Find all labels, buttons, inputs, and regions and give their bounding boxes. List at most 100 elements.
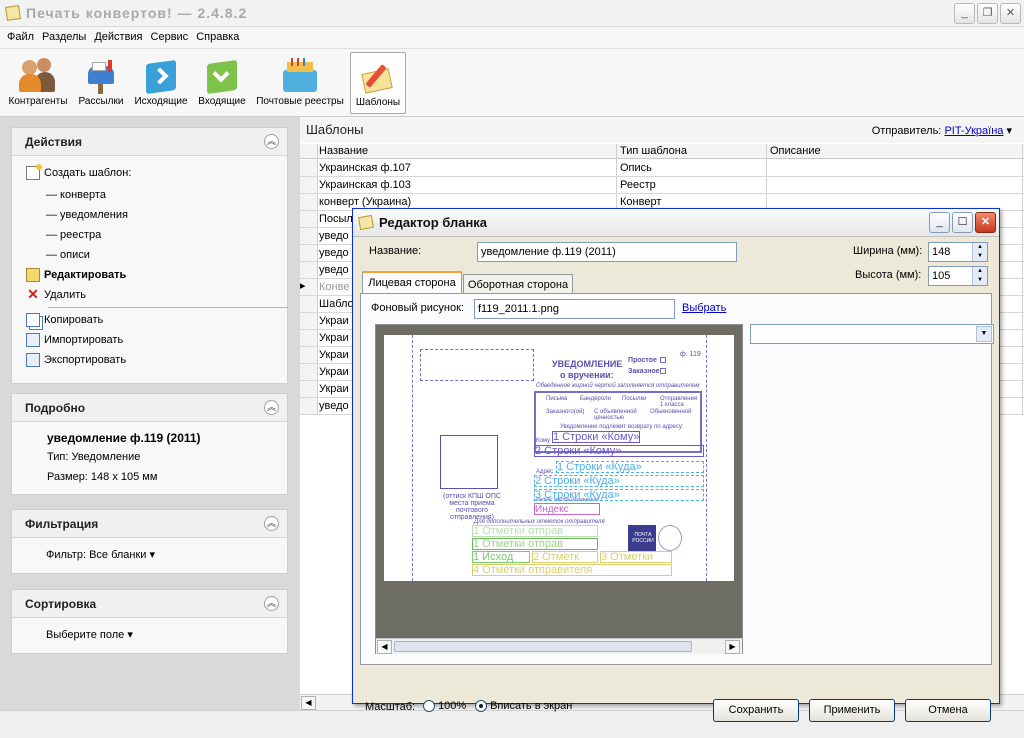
increment-icon[interactable]: ▲	[972, 267, 987, 276]
row-indicator[interactable]	[300, 296, 317, 313]
row-indicator[interactable]	[300, 211, 317, 228]
collapse-sort-icon[interactable]: ︽	[264, 596, 279, 611]
radio-selected-icon[interactable]	[475, 700, 487, 713]
toolbar-incoming-button[interactable]: Входящие	[194, 52, 250, 114]
name-input[interactable]	[477, 242, 737, 262]
row-indicator[interactable]: ▸	[300, 279, 317, 296]
chevron-down-icon[interactable]: ▼	[976, 326, 992, 342]
details-header[interactable]: Подробно ︽	[12, 394, 287, 422]
create-envelope-link[interactable]: — конверта	[46, 189, 106, 201]
close-button[interactable]: ✕	[1000, 3, 1021, 24]
collapse-actions-icon[interactable]: ︽	[264, 134, 279, 149]
col-name-header[interactable]: Название	[319, 145, 368, 157]
create-inventory-link[interactable]: — описи	[46, 249, 90, 261]
preview-horizontal-scrollbar[interactable]: ◀ ▶	[376, 638, 742, 654]
row-indicator[interactable]	[300, 330, 317, 347]
table-row[interactable]: Украинская ф.103 Реестр	[317, 177, 1024, 194]
scale-fit-radio[interactable]: Вписать в экран	[475, 700, 572, 713]
collapse-details-icon[interactable]: ︽	[264, 400, 279, 415]
row-indicator[interactable]	[300, 228, 317, 245]
radio-icon[interactable]	[423, 700, 435, 713]
collapse-filter-icon[interactable]: ︽	[264, 516, 279, 531]
edit-item[interactable]: Редактировать	[26, 268, 126, 282]
save-button[interactable]: Сохранить	[713, 699, 799, 722]
toolbar-contacts-button[interactable]: Контрагенты	[4, 52, 72, 114]
menu-help[interactable]: Справка	[192, 27, 243, 48]
table-row[interactable]: Украинская ф.107 Опись	[317, 160, 1024, 177]
create-template-item[interactable]: Создать шаблон:	[26, 164, 131, 180]
mailbox-icon	[82, 56, 120, 94]
row-indicator[interactable]	[300, 160, 317, 177]
tab-back-side[interactable]: Оборотная сторона	[463, 274, 573, 295]
dialog-close-button[interactable]: ✕	[975, 212, 996, 233]
row-indicator[interactable]	[300, 177, 317, 194]
field-where-3[interactable]: 3 Строки «Куда»	[534, 489, 704, 501]
dialog-minimize-button[interactable]: _	[929, 212, 950, 233]
field-marks-1b[interactable]: 1 Отметки отправ	[472, 538, 598, 550]
filter-header[interactable]: Фильтрация ︽	[12, 510, 287, 538]
sort-header[interactable]: Сортировка ︽	[12, 590, 287, 618]
row-indicator[interactable]	[300, 194, 317, 211]
scale-100-radio[interactable]: 100%	[423, 700, 466, 713]
create-notification-link[interactable]: — уведомления	[46, 209, 128, 221]
toolbar-mailings-button[interactable]: Рассылки	[74, 52, 128, 114]
delete-item[interactable]: ✕ Удалить	[26, 287, 86, 302]
dialog-titlebar[interactable]: Редактор бланка _ ☐ ✕	[353, 209, 999, 237]
minimize-button[interactable]: _	[954, 3, 975, 24]
actions-header[interactable]: Действия ︽	[12, 128, 287, 156]
form-preview[interactable]: (оттиск КПШ ОПС места приема почтового о…	[375, 324, 743, 654]
menu-sections[interactable]: Разделы	[38, 27, 90, 48]
field-to-2[interactable]: 2 Строки «Кому»	[534, 445, 704, 457]
sender-link[interactable]: PIT-Україна	[944, 125, 1003, 137]
field-index[interactable]: Индекс	[534, 503, 600, 515]
field-where-2[interactable]: 2 Строки «Куда»	[534, 475, 704, 487]
tab-front-side[interactable]: Лицевая сторона	[362, 271, 462, 294]
row-indicator[interactable]	[300, 364, 317, 381]
field-outgoing[interactable]: 1 Исход	[472, 551, 530, 563]
import-item[interactable]: Импортировать	[26, 333, 123, 347]
row-indicator[interactable]	[300, 245, 317, 262]
decrement-icon[interactable]: ▼	[972, 252, 987, 261]
create-register-link[interactable]: — реестра	[46, 229, 101, 241]
apply-button[interactable]: Применить	[809, 699, 895, 722]
scroll-left-icon[interactable]: ◀	[377, 640, 392, 654]
field-where-1[interactable]: 1 Строки «Куда»	[556, 461, 704, 473]
field-marks-3[interactable]: 3 Отметки	[600, 551, 672, 563]
menu-file[interactable]: Файл	[3, 27, 38, 48]
menu-service[interactable]: Сервис	[147, 27, 193, 48]
copy-item[interactable]: Копировать	[26, 313, 103, 327]
menu-actions[interactable]: Действия	[90, 27, 146, 48]
row-indicator[interactable]	[300, 347, 317, 364]
field-marks-2[interactable]: 2 Отметк	[532, 551, 598, 563]
maximize-button[interactable]: ❐	[977, 3, 998, 24]
row-indicator[interactable]	[300, 313, 317, 330]
dialog-maximize-button[interactable]: ☐	[952, 212, 973, 233]
scroll-right-icon[interactable]: ▶	[725, 640, 740, 654]
background-input[interactable]	[474, 299, 675, 319]
field-marks-4[interactable]: 4 Отметки отправителя	[472, 564, 672, 576]
col-description-header[interactable]: Описание	[770, 145, 821, 157]
field-select-combobox[interactable]: ▼	[750, 324, 994, 344]
toolbar-outgoing-button[interactable]: Исходящие	[130, 52, 192, 114]
sort-dropdown[interactable]: Выберите поле ▾	[46, 628, 133, 641]
scroll-left-icon[interactable]: ◀	[301, 696, 316, 710]
scroll-thumb[interactable]	[394, 641, 692, 652]
export-item[interactable]: Экспортировать	[26, 353, 126, 367]
choose-background-link[interactable]: Выбрать	[682, 302, 726, 314]
decrement-icon[interactable]: ▼	[972, 276, 987, 285]
toolbar-registers-button[interactable]: Почтовые реестры	[252, 52, 348, 114]
sender-selector[interactable]: Отправитель: PIT-Україна ▾	[872, 124, 1012, 137]
width-stepper[interactable]: 148 ▲ ▼	[928, 242, 988, 262]
toolbar-templates-button[interactable]: Шаблоны	[350, 52, 406, 114]
col-type-header[interactable]: Тип шаблона	[620, 145, 687, 157]
field-to-1[interactable]: 1 Строки «Кому»	[552, 431, 641, 443]
row-indicator[interactable]	[300, 398, 317, 415]
row-indicator[interactable]	[300, 381, 317, 398]
filter-dropdown[interactable]: Фильтр: Все бланки ▾	[46, 548, 155, 561]
increment-icon[interactable]: ▲	[972, 243, 987, 252]
cancel-button[interactable]: Отмена	[905, 699, 991, 722]
height-stepper[interactable]: 105 ▲ ▼	[928, 266, 988, 286]
field-marks-1[interactable]: 1 Отметки отправ	[472, 525, 598, 537]
width-label: Ширина (мм):	[853, 245, 923, 257]
row-indicator[interactable]	[300, 262, 317, 279]
